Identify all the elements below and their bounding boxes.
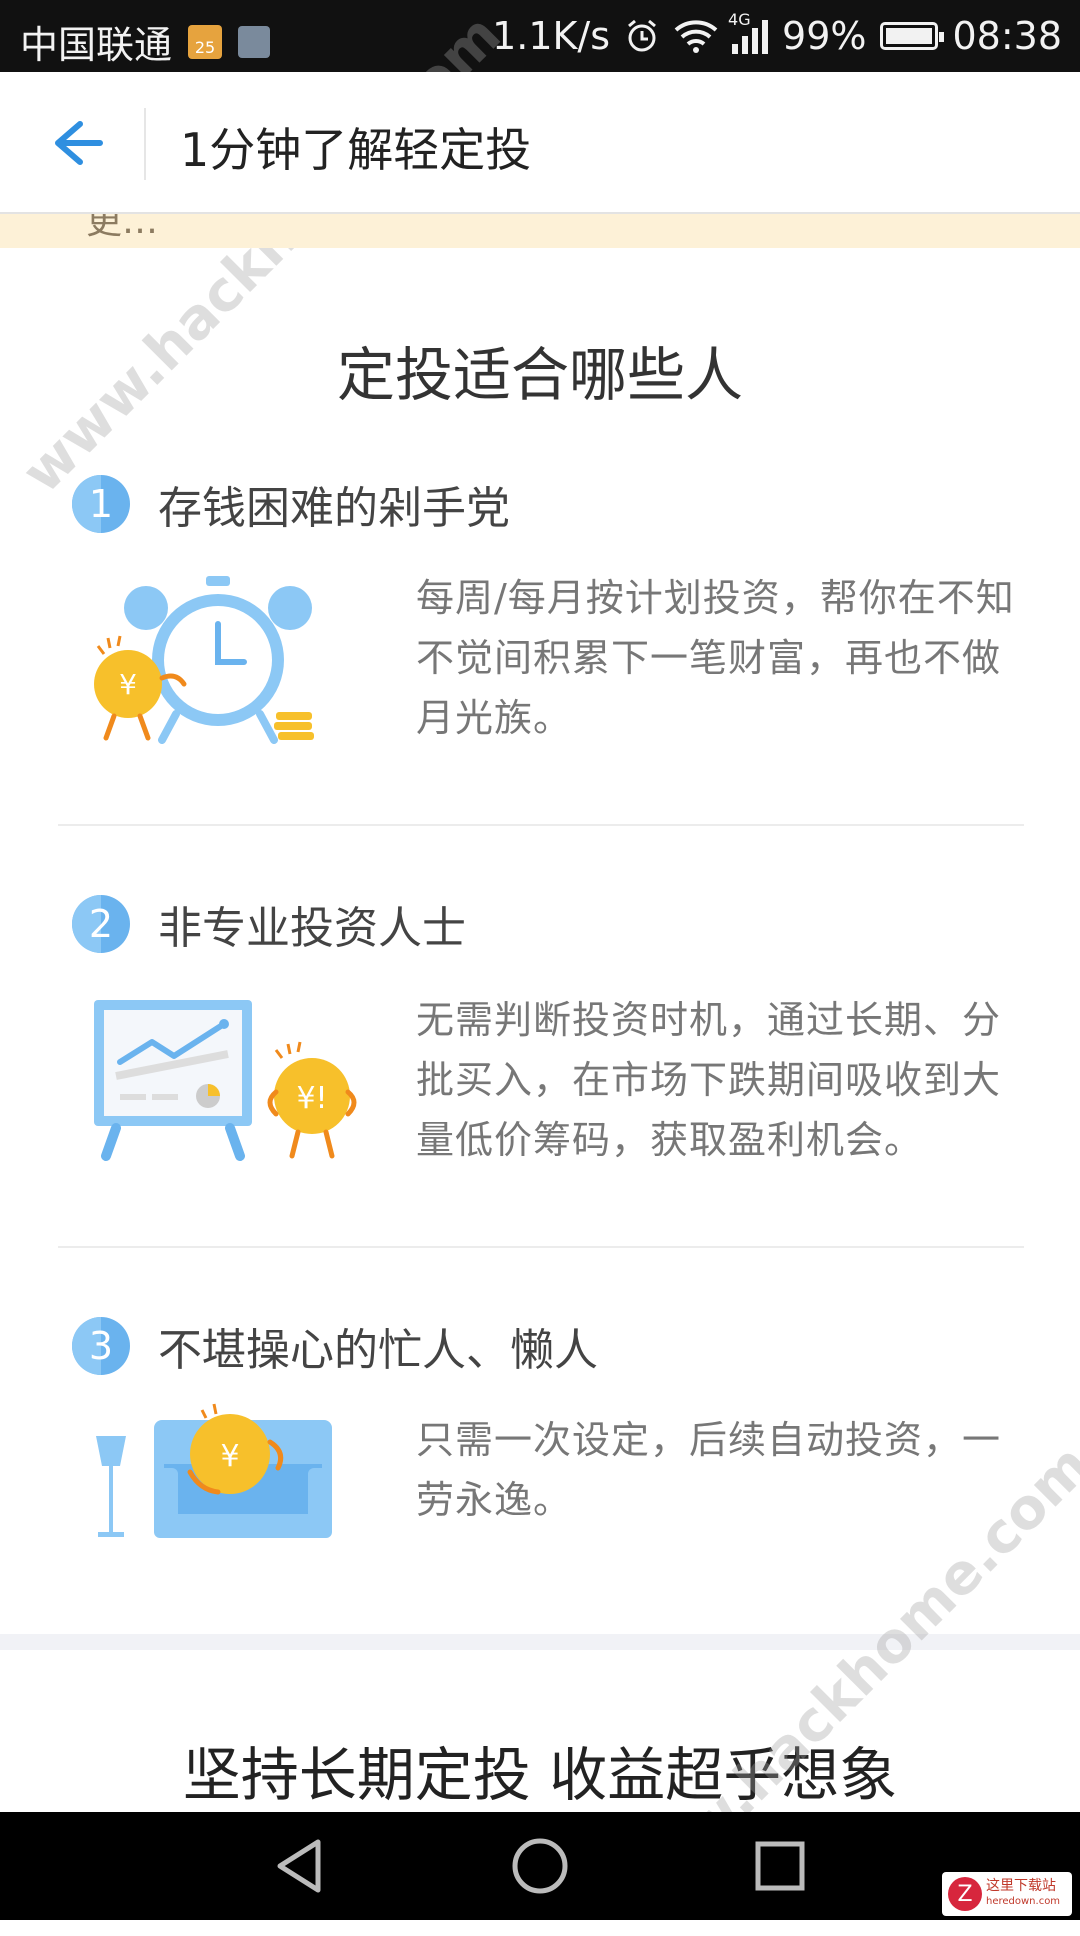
calendar-icon: 25 bbox=[188, 24, 223, 59]
battery-percent: 99% bbox=[782, 14, 867, 58]
appbar-divider bbox=[144, 108, 146, 180]
divider bbox=[58, 824, 1024, 826]
item-heading-3: 3 不堪操心的忙人、懒人 bbox=[72, 1314, 598, 1378]
carrier-label: 中国联通 bbox=[20, 23, 173, 67]
section-title: 定投适合哪些人 bbox=[336, 341, 743, 409]
section-separator bbox=[0, 1634, 1080, 1650]
app-bar: 1分钟了解轻定投 bbox=[0, 72, 1080, 214]
chart-board-coin-illustration: ¥! bbox=[94, 1000, 357, 1161]
section-title-2: 坚持长期定投 收益超乎想象 bbox=[182, 1741, 898, 1809]
page-title: 1分钟了解轻定投 bbox=[180, 123, 532, 177]
back-arrow-icon[interactable] bbox=[40, 110, 110, 176]
item-heading-1: 1 存钱困难的剁手党 bbox=[72, 472, 510, 536]
item-heading-text: 存钱困难的剁手党 bbox=[158, 483, 510, 534]
calendar-badge: 25 bbox=[194, 37, 216, 57]
item-heading-2: 2 非专业投资人士 bbox=[72, 892, 466, 956]
item-description: 无需判断投资时机，通过长期、分批买入，在市场下跌期间吸收到大量低价筹码，获取盈利… bbox=[416, 998, 1002, 1162]
nav-back-icon[interactable] bbox=[270, 1836, 330, 1896]
alarm-icon bbox=[628, 19, 656, 52]
alarm-clock-coin-illustration: ¥ bbox=[94, 576, 314, 744]
item-heading-text: 不堪操心的忙人、懒人 bbox=[158, 1325, 598, 1376]
status-bar: 中国联通 25 1.1K/s 4G 99% 08:38 bbox=[0, 0, 1080, 72]
net-speed: 1.1K/s bbox=[492, 14, 611, 58]
sofa-coin-illustration: ¥ bbox=[96, 1403, 332, 1538]
notice-strip: 更… bbox=[0, 214, 1080, 248]
number-badge: 2 bbox=[72, 895, 130, 953]
wifi-icon bbox=[674, 20, 718, 53]
svg-text:¥!: ¥! bbox=[296, 1081, 327, 1116]
item-description: 只需一次设定，后续自动投资，一劳永逸。 bbox=[416, 1418, 1002, 1522]
number-badge: 3 bbox=[72, 1317, 130, 1375]
nav-recents-icon[interactable] bbox=[750, 1836, 810, 1896]
notice-text: 更… bbox=[86, 214, 159, 242]
clock: 08:38 bbox=[952, 14, 1062, 58]
svg-text:¥: ¥ bbox=[220, 1439, 239, 1474]
site-logo: Z 这里下载站 heredown.com bbox=[942, 1872, 1072, 1916]
network-type: 4G bbox=[728, 10, 751, 29]
system-nav-bar: Z 这里下载站 heredown.com bbox=[0, 1812, 1080, 1920]
item-heading-text: 非专业投资人士 bbox=[158, 903, 466, 954]
divider bbox=[58, 1246, 1024, 1248]
number-badge: 1 bbox=[72, 475, 130, 533]
battery-icon bbox=[880, 22, 945, 50]
item-description: 每周/每月按计划投资，帮你在不知不觉间积累下一笔财富，再也不做月光族。 bbox=[416, 576, 1015, 740]
svg-text:¥: ¥ bbox=[119, 668, 137, 701]
signal-indicator: 4G bbox=[728, 10, 769, 54]
nav-home-icon[interactable] bbox=[510, 1836, 570, 1896]
logo-icon: Z bbox=[948, 1877, 982, 1911]
gallery-icon bbox=[238, 25, 271, 58]
